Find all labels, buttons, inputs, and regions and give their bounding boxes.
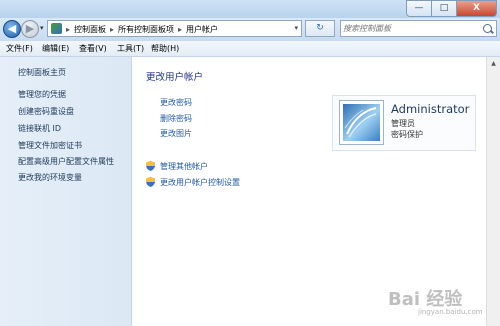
sidebar-control-panel-home[interactable]: 控制面板主页: [18, 67, 66, 78]
uac-shield-icon: [146, 161, 155, 171]
account-role: 管理员: [391, 119, 415, 128]
manage-other-accounts-link[interactable]: 管理其他帐户: [160, 161, 208, 172]
menu-edit[interactable]: 编辑(E): [42, 43, 69, 54]
title-bar: — □ X: [0, 0, 500, 18]
breadcrumb-control-panel[interactable]: 控制面板: [74, 25, 106, 34]
uac-settings-link[interactable]: 更改用户帐户控制设置: [160, 177, 240, 188]
menu-view[interactable]: 查看(V): [79, 43, 107, 54]
account-card: Administrator 管理员 密码保护: [332, 95, 476, 151]
avatar-graphic: [344, 107, 377, 138]
back-button[interactable]: ◀: [3, 20, 21, 38]
breadcrumb-all-items[interactable]: 所有控制面板项: [118, 25, 174, 34]
maximize-button[interactable]: □: [431, 0, 457, 17]
close-button[interactable]: X: [456, 0, 497, 17]
breadcrumb: ▸ 控制面板 ▸ 所有控制面板项 ▸ 用户帐户: [66, 24, 218, 35]
address-bar[interactable]: ▸ 控制面板 ▸ 所有控制面板项 ▸ 用户帐户 ▾: [47, 20, 302, 37]
control-panel-icon: [51, 23, 62, 34]
sidebar-item-password-reset-disk[interactable]: 创建密码重设盘: [18, 106, 74, 117]
password-status: 密码保护: [391, 130, 423, 139]
refresh-button[interactable]: ↻: [305, 20, 335, 37]
breadcrumb-separator: ▸: [178, 25, 183, 34]
watermark: Bai 经验 jingyan.baidu.com: [388, 280, 498, 320]
breadcrumb-separator: ▸: [110, 25, 115, 34]
address-dropdown-icon[interactable]: ▾: [294, 24, 298, 32]
sidebar: 控制面板主页 管理您的凭据 创建密码重设盘 链接联机 ID 管理文件加密证书 配…: [0, 57, 132, 326]
recent-pages-dropdown[interactable]: ▾: [40, 24, 44, 32]
sidebar-item-link-online-id[interactable]: 链接联机 ID: [18, 123, 61, 134]
minimize-button[interactable]: —: [406, 0, 432, 17]
sidebar-item-encryption-certificates[interactable]: 管理文件加密证书: [18, 140, 82, 151]
change-picture-link[interactable]: 更改图片: [160, 128, 192, 139]
account-name: Administrator: [391, 102, 470, 116]
close-icon: X: [473, 3, 480, 13]
menu-file[interactable]: 文件(F): [6, 43, 33, 54]
search-box[interactable]: [340, 20, 497, 37]
sidebar-item-profile-properties[interactable]: 配置高级用户配置文件属性: [18, 156, 114, 167]
maximize-icon: □: [439, 3, 449, 13]
watermark-url: jingyan.baidu.com: [418, 308, 483, 316]
search-input[interactable]: [343, 22, 478, 34]
menu-bar: 文件(F) 编辑(E) 查看(V) 工具(T) 帮助(H): [0, 41, 500, 57]
sidebar-item-credentials[interactable]: 管理您的凭据: [18, 89, 66, 100]
sidebar-item-environment-variables[interactable]: 更改我的环境变量: [18, 172, 82, 183]
forward-arrow-icon: ▶: [25, 22, 35, 35]
uac-shield-icon: [146, 177, 155, 187]
menu-tools[interactable]: 工具(T): [117, 43, 144, 54]
user-picture-icon[interactable]: [340, 101, 383, 144]
breadcrumb-user-accounts[interactable]: 用户帐户: [186, 25, 218, 34]
search-icon[interactable]: [483, 24, 492, 33]
back-arrow-icon: ◀: [7, 22, 17, 35]
change-password-link[interactable]: 更改密码: [160, 97, 192, 108]
minimize-icon: —: [414, 3, 424, 13]
navigation-bar: ◀ ▶ ▾ ▸ 控制面板 ▸ 所有控制面板项 ▸ 用户帐户 ▾ ↻: [0, 18, 500, 41]
refresh-icon: ↻: [316, 23, 324, 33]
breadcrumb-separator: ▸: [66, 25, 71, 34]
menu-help[interactable]: 帮助(H): [151, 43, 179, 54]
scroll-up-icon[interactable]: ▲: [488, 58, 499, 69]
remove-password-link[interactable]: 删除密码: [160, 113, 192, 124]
forward-button[interactable]: ▶: [21, 20, 39, 38]
page-title: 更改用户帐户: [146, 72, 204, 83]
